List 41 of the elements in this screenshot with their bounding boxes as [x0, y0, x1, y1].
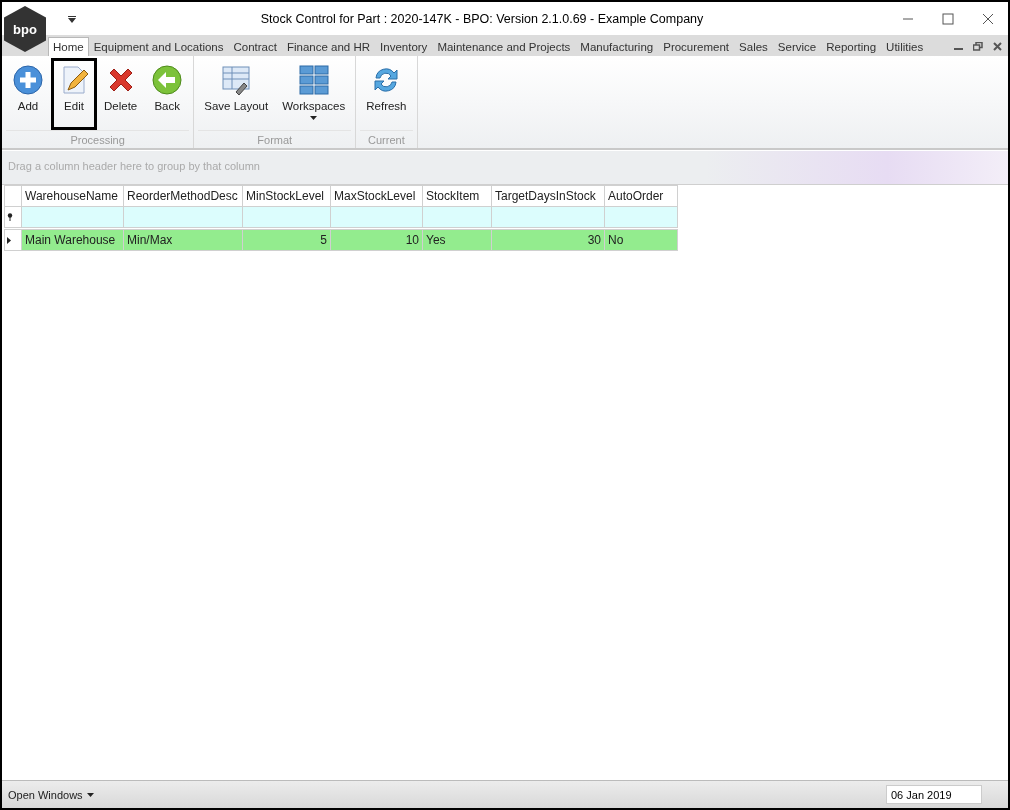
ribbon-tab[interactable]: Contract	[228, 37, 282, 56]
ribbon-tab[interactable]: Finance and HR	[281, 37, 376, 56]
column-header[interactable]: WarehouseName	[21, 185, 124, 207]
column-header[interactable]: MinStockLevel	[242, 185, 331, 207]
column-header[interactable]: ReorderMethodDesc	[123, 185, 243, 207]
table-cell: 10	[330, 229, 423, 251]
table-cell: 5	[242, 229, 331, 251]
column-header[interactable]: StockItem	[422, 185, 492, 207]
ribbon-tab[interactable]: Equipment and Locations	[88, 37, 229, 56]
table-cell: Yes	[422, 229, 492, 251]
column-header[interactable]: TargetDaysInStock	[491, 185, 605, 207]
group-label: Current	[360, 130, 413, 149]
table-cell: No	[604, 229, 678, 251]
toolbar-button[interactable]: Delete	[97, 58, 145, 130]
toolbar-button[interactable]: Add	[5, 58, 51, 130]
ribbon-tab[interactable]: Sales	[734, 37, 773, 56]
toolbar-button[interactable]: Workspaces	[275, 58, 353, 130]
column-header[interactable]: AutoOrder	[604, 185, 678, 207]
ribbon-tab[interactable]: Service	[772, 37, 822, 56]
ribbon-tab[interactable]: Inventory	[375, 37, 433, 56]
window-title: Stock Control for Part : 2020-147K - BPO: Version 2.1.0.69 - Example Company	[259, 11, 705, 26]
ribbon-tab[interactable]: Reporting	[821, 37, 882, 56]
ribbon-tab[interactable]: Utilities	[881, 37, 929, 56]
table-cell: Main Warehouse	[21, 229, 124, 251]
toolbar-button[interactable]: Edit	[51, 58, 97, 130]
ribbon-tab[interactable]: Home	[48, 37, 89, 56]
ribbon-tab[interactable]: Maintenance and Projects	[432, 37, 576, 56]
table-cell: 30	[491, 229, 605, 251]
column-header[interactable]: MaxStockLevel	[330, 185, 423, 207]
table-cell: Min/Max	[123, 229, 243, 251]
ribbon-tab[interactable]: Manufacturing	[575, 37, 659, 56]
toolbar-button[interactable]: Refresh	[359, 58, 414, 130]
toolbar-button[interactable]: Save Layout	[197, 58, 276, 130]
group-panel-hint: Drag a column header here to group by that column	[7, 159, 261, 174]
toolbar-button[interactable]: Back	[144, 58, 191, 130]
app-logo: bpo	[4, 6, 46, 52]
ribbon-tab[interactable]: Procurement	[658, 37, 735, 56]
open-windows-menu[interactable]: Open Windows	[8, 788, 94, 801]
group-label: Format	[198, 130, 352, 149]
date-field[interactable]: 06 Jan 2019	[886, 785, 982, 804]
group-label: Processing	[6, 130, 190, 149]
